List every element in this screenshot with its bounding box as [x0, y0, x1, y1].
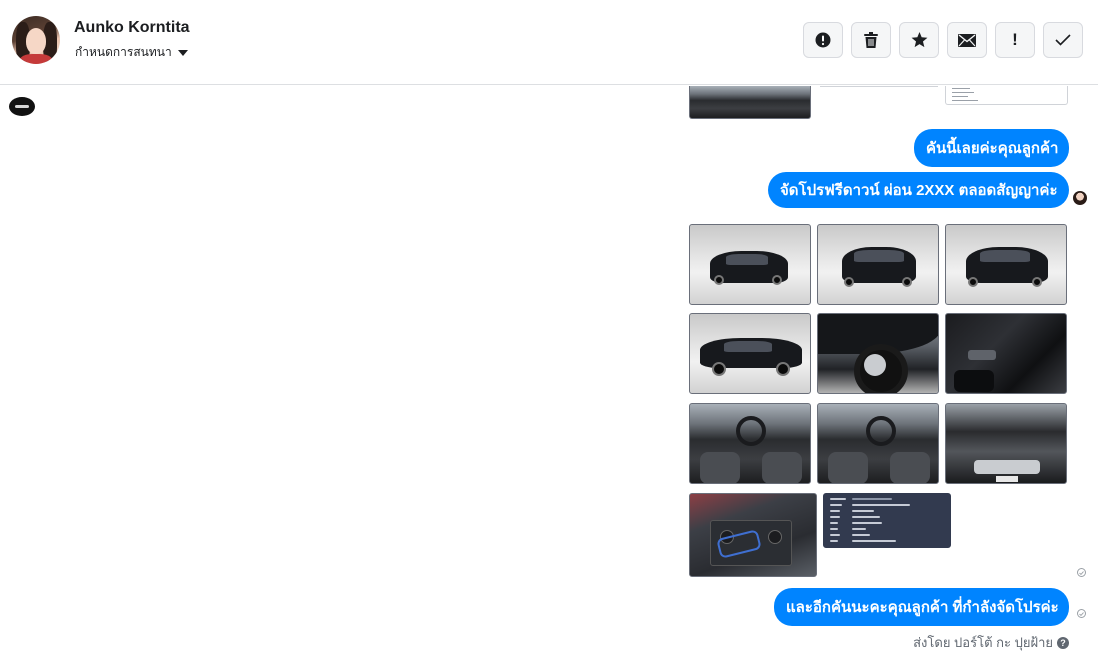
photo-thumbnail[interactable]: [689, 224, 811, 305]
page-logo-icon: [9, 97, 35, 116]
seen-check-icon: [1077, 568, 1086, 577]
star-button[interactable]: [899, 22, 939, 58]
message-text: และอีกคันนะคะคุณลูกค้า ที่กำลังจัดโปรค่ะ: [786, 599, 1059, 616]
photo-thumbnail[interactable]: [817, 313, 939, 394]
mark-done-button[interactable]: [1043, 22, 1083, 58]
help-icon[interactable]: ?: [1057, 636, 1069, 649]
message-bubble[interactable]: คันนี้เลยค่ะคุณลูกค้า: [914, 129, 1069, 167]
user-name[interactable]: Aunko Korntita: [74, 19, 190, 37]
photo-thumbnail[interactable]: [823, 493, 951, 548]
assign-label: กำหนดการสนทนา: [75, 45, 172, 59]
previous-document-thumbnail[interactable]: [945, 86, 1068, 105]
sent-by-text: ส่งโดย ปอร์โต้ กะ ปุยฝ้าย: [913, 635, 1053, 650]
seen-check-icon: [1077, 609, 1086, 618]
photo-thumbnail[interactable]: [689, 403, 811, 484]
user-avatar[interactable]: [12, 16, 60, 64]
photo-thumbnail[interactable]: [817, 403, 939, 484]
caret-down-icon: [177, 50, 188, 56]
photo-thumbnail[interactable]: [689, 493, 817, 577]
photo-thumbnail[interactable]: [817, 224, 939, 305]
message-text: คันนี้เลยค่ะคุณลูกค้า: [926, 140, 1059, 157]
sent-by-label: ส่งโดย ปอร์โต้ กะ ปุยฝ้าย ?: [913, 632, 1069, 653]
conversation-header: Aunko Korntita กำหนดการสนทนา !: [0, 0, 1098, 85]
delete-button[interactable]: [851, 22, 891, 58]
message-bubble[interactable]: และอีกคันนะคะคุณลูกค้า ที่กำลังจัดโปรค่ะ: [774, 588, 1069, 626]
trash-icon: [864, 32, 878, 48]
photo-thumbnail[interactable]: [945, 224, 1067, 305]
alert-circle-icon: [815, 32, 831, 48]
star-icon: [911, 32, 927, 48]
photo-thumbnail[interactable]: [689, 313, 811, 394]
previous-photo-thumbnail[interactable]: [689, 86, 811, 119]
photo-thumbnail[interactable]: [945, 403, 1067, 484]
previous-attachment-edge: [820, 86, 938, 87]
spam-button[interactable]: [803, 22, 843, 58]
envelope-icon: [958, 33, 976, 47]
assign-conversation-dropdown[interactable]: กำหนดการสนทนา: [75, 43, 188, 62]
seen-avatar: [1073, 191, 1087, 205]
exclamation-icon: !: [1012, 30, 1018, 49]
follow-up-button[interactable]: !: [995, 22, 1035, 58]
message-bubble[interactable]: จัดโปรฟรีดาวน์ ผ่อน 2XXX ตลอดสัญญาค่ะ: [768, 172, 1069, 208]
photo-thumbnail[interactable]: [945, 313, 1067, 394]
mark-unread-button[interactable]: [947, 22, 987, 58]
check-icon: [1055, 34, 1071, 46]
message-text: จัดโปรฟรีดาวน์ ผ่อน 2XXX ตลอดสัญญาค่ะ: [780, 182, 1058, 199]
